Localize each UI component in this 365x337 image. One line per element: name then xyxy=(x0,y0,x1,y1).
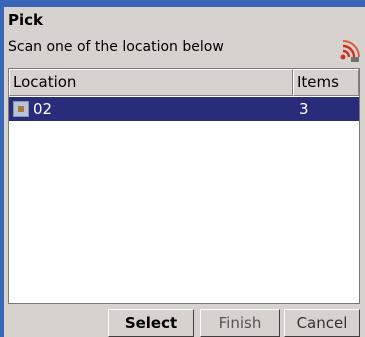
column-header-items[interactable]: Items xyxy=(293,69,359,96)
page-title: Pick xyxy=(8,11,44,29)
select-button[interactable]: Select xyxy=(108,309,194,337)
cancel-button[interactable]: Cancel xyxy=(284,309,360,337)
row-items-value: 3 xyxy=(299,100,309,118)
list-header: Location Items xyxy=(9,69,359,96)
column-header-location[interactable]: Location xyxy=(9,69,293,96)
pick-window: Pick Scan one of the location below Loca… xyxy=(4,7,365,337)
location-icon xyxy=(13,101,29,117)
wireless-signal-icon xyxy=(340,40,360,62)
list-row[interactable]: 02 3 xyxy=(9,97,359,121)
row-location-value: 02 xyxy=(33,100,53,118)
instruction-text: Scan one of the location below xyxy=(8,39,224,55)
location-list[interactable]: Location Items 02 3 xyxy=(8,68,360,304)
finish-button[interactable]: Finish xyxy=(200,309,280,337)
